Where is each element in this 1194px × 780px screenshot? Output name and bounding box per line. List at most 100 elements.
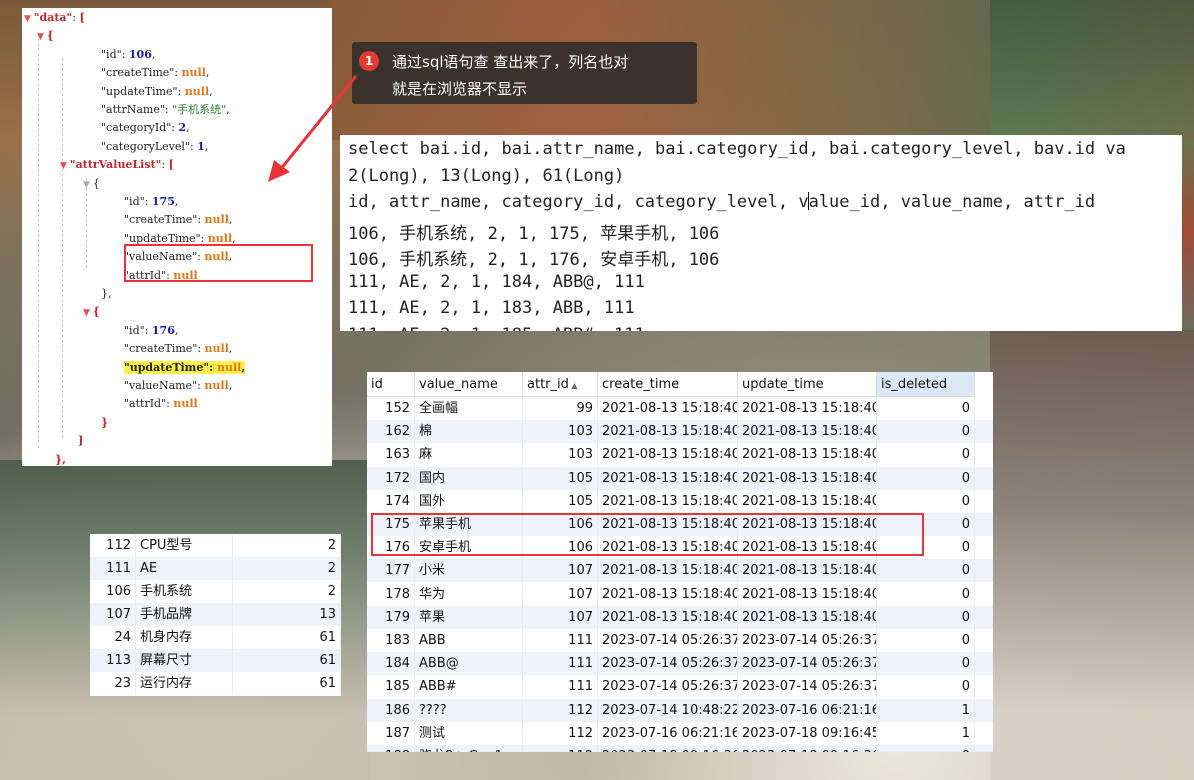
table-cell[interactable]: 187 (367, 721, 415, 745)
table-row[interactable]: 163 麻 103 2021-08-13 15:18:40 2021-08-13 15:… (367, 443, 993, 467)
table-cell[interactable]: 178 (367, 582, 415, 606)
table-cell[interactable]: 苹果 (415, 605, 523, 629)
table-cell[interactable]: 2021-08-13 15:18:40 (598, 397, 738, 420)
table-cell[interactable]: 2021-08-13 15:18:40 (598, 489, 738, 513)
table-cell[interactable]: 2023-07-14 05:26:37 (598, 629, 738, 652)
table-cell[interactable]: 2023-07-14 05:26:37 (738, 675, 877, 699)
column-header-is-deleted[interactable]: is_deleted (877, 372, 975, 397)
table-cell[interactable]: 0 (877, 675, 975, 699)
table-cell[interactable]: 113 (90, 649, 136, 672)
table-cell[interactable]: 2023-07-18 09:16:45 (738, 721, 877, 745)
table-cell[interactable]: 111 (523, 652, 598, 676)
table-cell[interactable]: 2021-08-13 15:18:40 (598, 420, 738, 444)
attr-table[interactable]: 112 CPU型号 2 111 AE 2 106 手机系统 2 107 手机品牌 13 24 机身内存 61… (90, 534, 341, 696)
table-cell[interactable]: 112 (523, 721, 598, 745)
table-cell[interactable]: 1 (877, 698, 975, 722)
table-cell[interactable]: 23 (90, 672, 136, 695)
table-cell[interactable]: ABB# (415, 675, 523, 699)
table-cell[interactable]: 2 (233, 534, 341, 557)
table-cell[interactable]: 163 (367, 443, 415, 467)
table-cell[interactable]: 0 (877, 420, 975, 444)
table-cell[interactable]: 骁龙8+ Gen1 (415, 745, 523, 752)
table-cell[interactable]: 112 (90, 534, 136, 557)
table-cell[interactable]: 2021-08-13 15:18:40 (598, 466, 738, 490)
table-cell[interactable]: 0 (877, 605, 975, 629)
table-cell[interactable]: 152 (367, 397, 415, 420)
table-row[interactable]: 187 测试 112 2023-07-16 06:21:16 2023-07-18 09… (367, 721, 993, 745)
table-cell[interactable]: 106 (90, 580, 136, 603)
table-cell[interactable]: 0 (877, 443, 975, 467)
sql-console-output[interactable]: select bai.id, bai.attr_name, bai.catego… (340, 135, 1182, 331)
table-cell[interactable]: 华为 (415, 582, 523, 606)
table-cell[interactable]: 24 (90, 626, 136, 649)
table-cell[interactable]: ABB@ (415, 652, 523, 676)
table-cell[interactable]: 0 (877, 629, 975, 652)
table-cell[interactable]: 2023-07-14 05:26:37 (598, 652, 738, 676)
table-cell[interactable]: 2023-07-16 06:21:16 (598, 721, 738, 745)
table-cell[interactable]: 162 (367, 420, 415, 444)
table-row[interactable]: 186???? 112 2023-07-14 10:48:22 2023-07-16 … (367, 698, 993, 722)
table-cell[interactable]: ABB (415, 629, 523, 652)
table-cell[interactable]: 61 (233, 626, 341, 649)
table-cell[interactable]: 0 (877, 466, 975, 490)
table-cell[interactable]: 2 (233, 557, 341, 580)
table-row[interactable]: 24 机身内存 61 (90, 626, 341, 649)
table-cell[interactable]: 185 (367, 675, 415, 699)
table-cell[interactable]: 国外 (415, 489, 523, 513)
table-cell[interactable]: 184 (367, 652, 415, 676)
table-cell[interactable]: 棉 (415, 420, 523, 444)
table-row[interactable]: 185 ABB# 111 2023-07-14 05:26:37 2023-07-14 … (367, 675, 993, 699)
table-cell[interactable]: 2021-08-13 15:18:40 (738, 582, 877, 606)
table-cell[interactable]: 2021-08-13 15:18:40 (738, 489, 877, 513)
collapse-toggle-icon[interactable]: ▼ (24, 14, 34, 24)
table-cell[interactable]: AE (136, 557, 233, 580)
table-cell[interactable]: 机身内存 (136, 626, 233, 649)
collapse-toggle-icon[interactable]: ▼ (83, 308, 93, 318)
table-cell[interactable]: 2023-07-16 06:21:16 (738, 698, 877, 722)
table-row[interactable]: 162 棉 103 2021-08-13 15:18:40 2021-08-13 15:… (367, 420, 993, 444)
table-row[interactable]: 111 AE 2 (90, 557, 341, 580)
table-cell[interactable]: 0 (877, 582, 975, 606)
table-row[interactable]: 183 ABB 111 2023-07-14 05:26:37 2023-07-14 0… (367, 629, 993, 652)
table-cell[interactable]: 99 (523, 397, 598, 420)
table-cell[interactable]: 0 (877, 559, 975, 583)
table-cell[interactable]: 2021-08-13 15:18:40 (738, 443, 877, 467)
attr-value-table[interactable]: id value_name attr_id ▲ create_time update_t… (367, 372, 993, 752)
table-cell[interactable]: 0 (877, 397, 975, 420)
table-cell[interactable]: 2023-07-14 05:26:37 (738, 629, 877, 652)
table-cell[interactable]: 2021-08-13 15:18:40 (738, 559, 877, 583)
table-cell[interactable]: 13 (233, 603, 341, 626)
table-row[interactable]: 152 全画幅 99 2021-08-13 15:18:40 2021-08-13 15… (367, 397, 993, 420)
collapse-toggle-icon[interactable]: ▼ (60, 161, 70, 171)
table-cell[interactable]: 107 (523, 605, 598, 629)
table-cell[interactable]: 2 (233, 580, 341, 603)
table-cell[interactable]: 103 (523, 420, 598, 444)
table-cell[interactable]: 屏幕尺寸 (136, 649, 233, 672)
table-cell[interactable]: 2021-08-13 15:18:40 (598, 582, 738, 606)
table-cell[interactable]: 2021-08-13 15:18:40 (598, 443, 738, 467)
table-row[interactable]: 178 华为 107 2021-08-13 15:18:40 2021-08-13 15… (367, 582, 993, 606)
table-cell[interactable]: 0 (877, 489, 975, 513)
table-cell[interactable]: 112 (523, 745, 598, 752)
table-cell[interactable]: 174 (367, 489, 415, 513)
table-cell[interactable]: 2021-08-13 15:18:40 (738, 466, 877, 490)
table-row[interactable]: 188骁龙8+ Gen11122023-07-18 09:16:362023-0… (367, 745, 993, 752)
table-cell[interactable]: 手机系统 (136, 580, 233, 603)
sort-ascending-icon[interactable]: ▲ (569, 381, 577, 390)
column-header-id[interactable]: id (367, 372, 415, 397)
table-cell[interactable]: 61 (233, 649, 341, 672)
table-row[interactable]: 107 手机品牌 13 (90, 603, 341, 626)
table-cell[interactable]: 103 (523, 443, 598, 467)
table-cell[interactable]: 2023-07-14 10:48:22 (598, 698, 738, 722)
column-header-update-time[interactable]: update_time (738, 372, 877, 397)
table-cell[interactable]: 2021-08-13 15:18:40 (738, 397, 877, 420)
table-row[interactable]: 174 国外 105 2021-08-13 15:18:40 2021-08-13 15… (367, 489, 993, 513)
table-row[interactable]: 184 ABB@ 111 2023-07-14 05:26:37 2023-07-14 … (367, 652, 993, 676)
table-cell[interactable]: 2023-07-18 09:16:36 (738, 745, 877, 752)
table-cell[interactable]: 179 (367, 605, 415, 629)
table-cell[interactable]: 172 (367, 466, 415, 490)
table-cell[interactable]: 111 (90, 557, 136, 580)
table-cell[interactable]: 61 (233, 672, 341, 695)
table-cell[interactable]: 2023-07-14 05:26:37 (738, 652, 877, 676)
table-cell[interactable]: 112 (523, 698, 598, 722)
